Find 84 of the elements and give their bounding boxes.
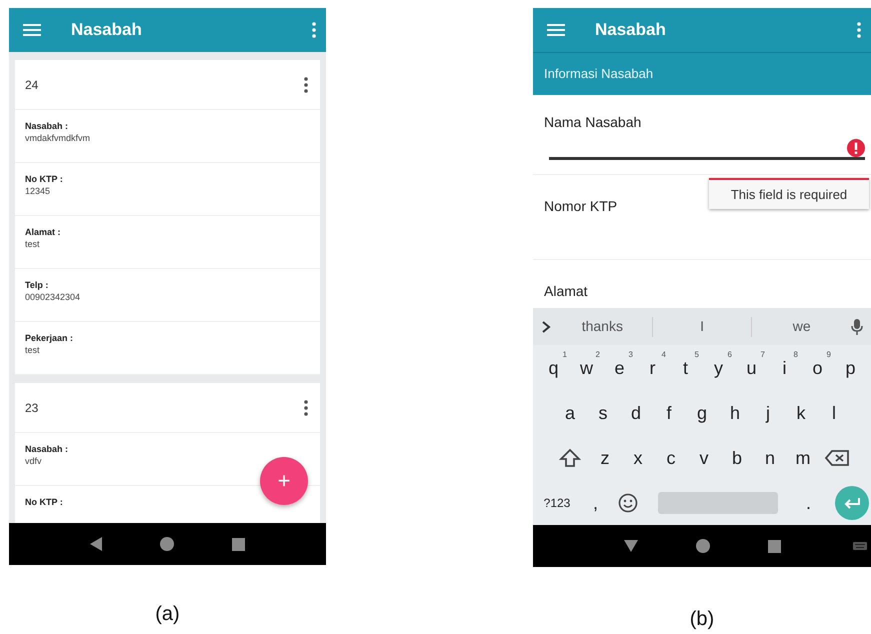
keyboard-key[interactable]: m	[786, 438, 820, 478]
keyboard-key[interactable]: ,	[579, 482, 612, 522]
error-tooltip: This field is required	[709, 178, 869, 209]
menu-icon[interactable]	[547, 23, 565, 37]
keyboard-key[interactable]: v	[688, 438, 720, 478]
suggestion[interactable]: thanks	[553, 316, 652, 337]
figure-caption: (b)	[690, 607, 714, 632]
field-label: Alamat	[544, 283, 588, 299]
keyboard-key[interactable]: j	[752, 392, 784, 432]
key-hint: 7	[760, 350, 765, 358]
section-header: Informasi Nasabah	[533, 52, 871, 95]
recents-icon[interactable]	[232, 538, 245, 550]
field-value: test	[25, 238, 41, 250]
backspace-icon[interactable]	[824, 448, 850, 466]
shift-icon[interactable]	[558, 448, 580, 468]
field-value: 00902342304	[25, 291, 82, 303]
key-hint: 5	[694, 350, 699, 358]
suggestion[interactable]: we	[752, 316, 852, 337]
key-hint: 9	[826, 350, 831, 358]
text-field-underline[interactable]	[549, 157, 865, 160]
symbols-key[interactable]: ?123	[535, 482, 579, 522]
keyboard-key[interactable]: k	[784, 392, 818, 432]
more-icon[interactable]	[857, 22, 861, 38]
keyboard-key[interactable]: p	[834, 348, 867, 388]
keyboard-key[interactable]: r 4	[636, 348, 669, 388]
field-label: Telp :	[25, 279, 50, 291]
figure-caption: (a)	[155, 602, 180, 627]
error-icon	[847, 139, 865, 157]
suggestion[interactable]: I	[652, 316, 752, 337]
more-icon[interactable]	[304, 400, 308, 416]
keyboard-key[interactable]: b	[720, 438, 754, 478]
microphone-icon[interactable]	[851, 318, 864, 334]
keyboard-key[interactable]: w 2	[570, 348, 603, 388]
keyboard-key[interactable]: q 1	[537, 348, 570, 388]
field-label: Nomor KTP	[544, 198, 618, 214]
enter-icon	[843, 496, 861, 508]
home-icon[interactable]	[160, 537, 174, 551]
menu-icon[interactable]	[23, 23, 41, 37]
field-value: test	[25, 344, 41, 356]
keyboard-key[interactable]: e 3	[603, 348, 636, 388]
keyboard-key[interactable]: l	[818, 392, 850, 432]
app-title: Nasabah	[595, 20, 667, 40]
back-icon[interactable]	[90, 537, 102, 551]
more-icon[interactable]	[304, 76, 308, 92]
keyboard-key[interactable]: a	[554, 392, 586, 432]
key-hint: 4	[662, 350, 666, 358]
key-hint: 6	[728, 350, 732, 358]
field-value: vmdakfvmdkfvm	[25, 132, 92, 144]
keyboard-key[interactable]: g	[686, 392, 718, 432]
field-label: Nasabah :	[25, 120, 70, 132]
keyboard-key[interactable]: c	[654, 438, 688, 478]
keyboard-key[interactable]: x	[622, 438, 654, 478]
record-number: 24	[25, 76, 38, 94]
key-hint: 3	[628, 350, 633, 358]
key-hint: 8	[794, 350, 798, 358]
key-hint: 2	[596, 350, 600, 358]
keyboard-key[interactable]: y 6	[702, 348, 735, 388]
keyboard-key[interactable]: t 5	[669, 348, 702, 388]
keyboard-key[interactable]: h	[718, 392, 752, 432]
keyboard-key[interactable]: .	[792, 482, 825, 522]
keyboard-key[interactable]: n	[754, 438, 786, 478]
field-value: 12345	[25, 185, 52, 197]
down-triangle-icon[interactable]	[624, 540, 638, 552]
record-number: 23	[25, 400, 38, 416]
field-label: Nama Nasabah	[544, 114, 642, 130]
more-icon[interactable]	[312, 22, 316, 38]
keyboard-key[interactable]: u 7	[735, 348, 768, 388]
field-value: vdfv	[25, 455, 43, 467]
field-label: No KTP :	[25, 173, 64, 185]
field-label: Alamat :	[25, 226, 62, 238]
field-label: Nasabah :	[25, 443, 70, 455]
emoji-icon[interactable]	[618, 492, 638, 512]
keyboard-key[interactable]: z	[588, 438, 622, 478]
recents-icon[interactable]	[768, 540, 780, 552]
keyboard-key[interactable]: o 9	[801, 348, 834, 388]
keyboard-key[interactable]: s	[586, 392, 620, 432]
key-hint: 1	[562, 350, 567, 358]
keyboard-key[interactable]: d	[620, 392, 652, 432]
keyboard-key[interactable]: i 8	[768, 348, 801, 388]
field-label: No KTP :	[25, 496, 64, 508]
app-title: Nasabah	[71, 20, 143, 40]
field-label: Pekerjaan :	[25, 332, 74, 344]
home-icon[interactable]	[696, 539, 710, 553]
keyboard-key[interactable]: f	[652, 392, 686, 432]
